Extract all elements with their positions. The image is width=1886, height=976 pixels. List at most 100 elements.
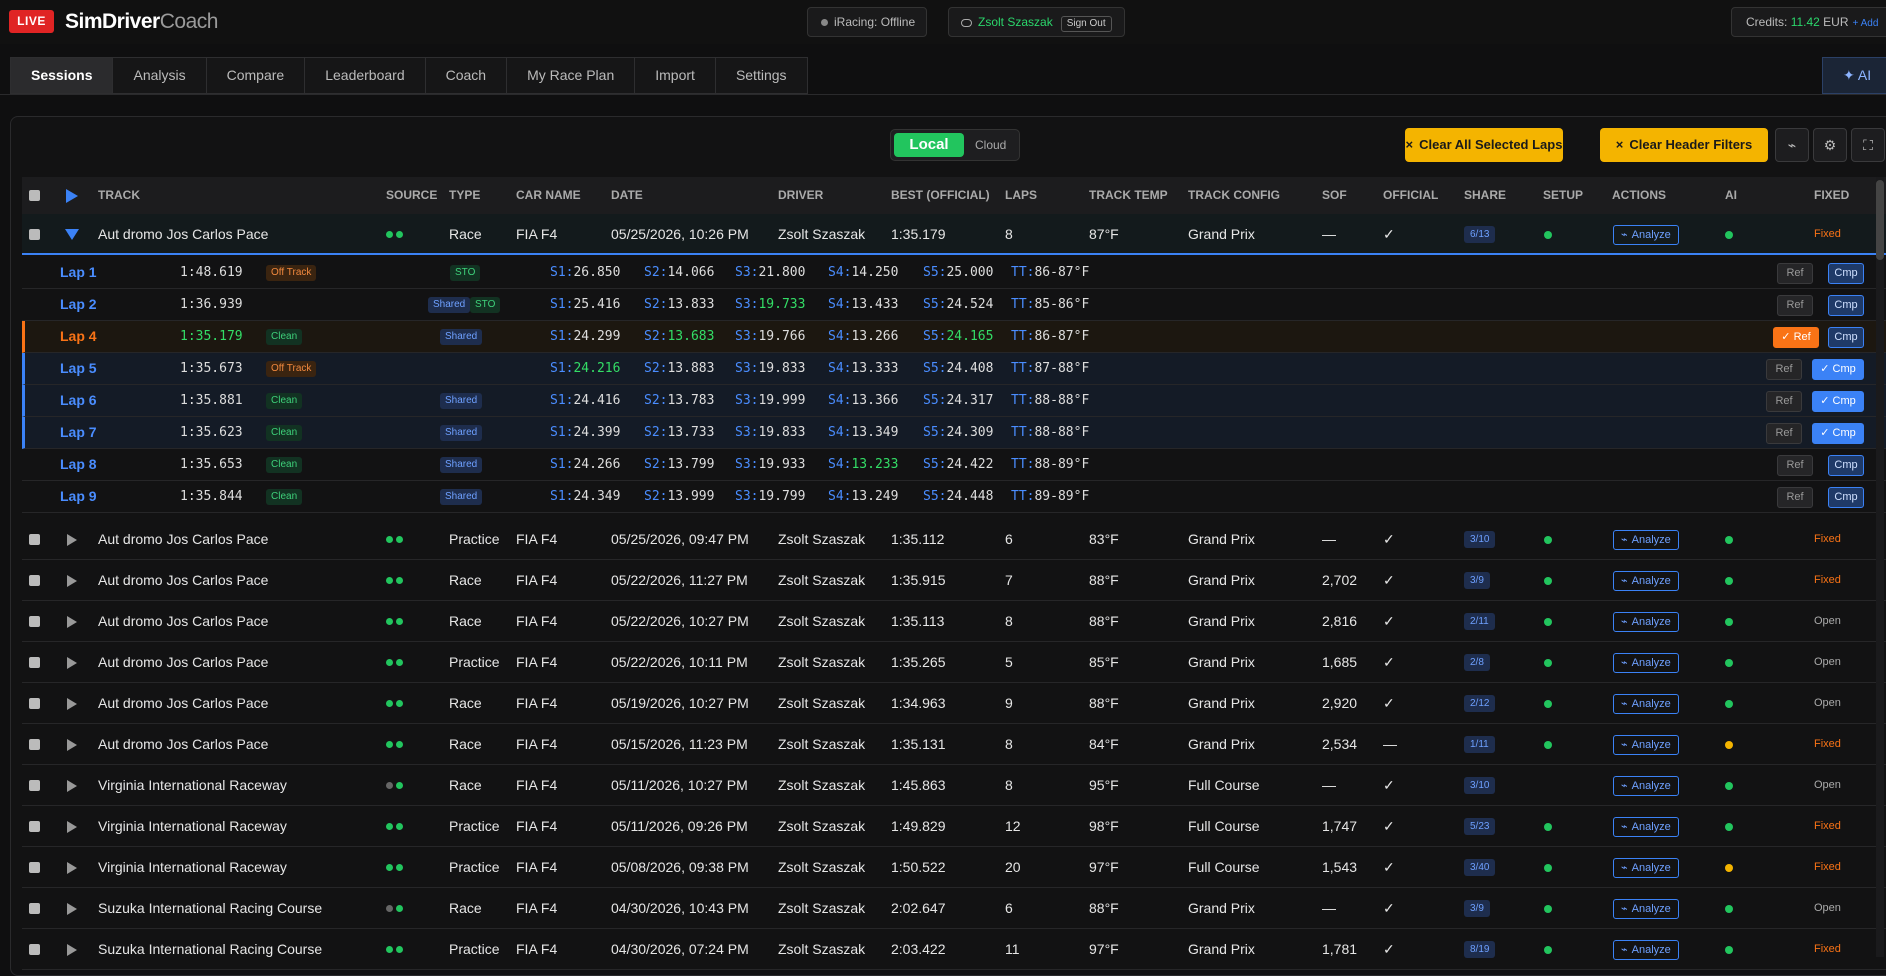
row-checkbox[interactable] bbox=[29, 861, 40, 873]
analyze-button[interactable]: ⌁ Analyze bbox=[1613, 898, 1679, 919]
lap-name[interactable]: Lap 8 bbox=[60, 449, 97, 480]
tab-leaderboard[interactable]: Leaderboard bbox=[304, 57, 425, 94]
session-row[interactable]: Virginia International Raceway Race FIA F4… bbox=[22, 765, 1886, 806]
lap-row[interactable]: Lap 7 1:35.623 Clean Shared S1:24.399 S2:13.7… bbox=[22, 417, 1886, 449]
row-checkbox[interactable] bbox=[29, 738, 40, 750]
reference-button[interactable]: Ref bbox=[1766, 359, 1802, 380]
share-badge[interactable]: 5/23 bbox=[1464, 817, 1496, 835]
compare-button[interactable]: ✓ Cmp bbox=[1812, 391, 1864, 412]
chevron-right-icon[interactable] bbox=[67, 574, 77, 587]
chevron-right-icon[interactable] bbox=[67, 861, 77, 874]
lap-name[interactable]: Lap 4 bbox=[60, 321, 97, 352]
analyze-button[interactable]: ⌁ Analyze bbox=[1613, 224, 1679, 245]
tab-coach[interactable]: Coach bbox=[424, 57, 507, 94]
column-header-laps[interactable]: LAPS bbox=[1005, 177, 1037, 214]
session-row[interactable]: Aut dromo Jos Carlos Pace Practice FIA F4 0… bbox=[22, 642, 1886, 683]
tab-settings[interactable]: Settings bbox=[714, 57, 808, 94]
row-checkbox[interactable] bbox=[29, 943, 40, 955]
compare-button[interactable]: Cmp bbox=[1828, 295, 1864, 316]
tab-my-race-plan[interactable]: My Race Plan bbox=[506, 57, 635, 94]
column-header-best-official[interactable]: BEST (OFFICIAL) bbox=[891, 177, 990, 214]
row-checkbox[interactable] bbox=[29, 228, 40, 240]
share-badge[interactable]: 3/9 bbox=[1464, 571, 1490, 589]
session-row[interactable]: Aut dromo Jos Carlos Pace Practice FIA F4 0… bbox=[22, 519, 1886, 560]
analyze-button[interactable]: ⌁ Analyze bbox=[1613, 611, 1679, 632]
session-row[interactable]: Suzuka International Racing Course Race FI… bbox=[22, 888, 1886, 929]
share-badge[interactable]: 3/40 bbox=[1464, 858, 1496, 876]
column-header-source[interactable]: SOURCE bbox=[386, 177, 437, 214]
ai-button[interactable]: ✦ AI bbox=[1822, 57, 1886, 94]
tab-import[interactable]: Import bbox=[634, 57, 715, 94]
column-header-track-temp[interactable]: TRACK TEMP bbox=[1089, 177, 1168, 214]
column-header-track-config[interactable]: TRACK CONFIG bbox=[1188, 177, 1280, 214]
scrollbar-thumb[interactable] bbox=[1876, 180, 1884, 260]
column-header-driver[interactable]: DRIVER bbox=[778, 177, 823, 214]
chevron-right-icon[interactable] bbox=[67, 779, 77, 792]
row-checkbox[interactable] bbox=[29, 902, 40, 914]
play-icon[interactable] bbox=[66, 189, 78, 203]
column-header-ai[interactable]: AI bbox=[1725, 177, 1737, 214]
chart-icon[interactable]: ⌁ bbox=[1775, 128, 1809, 162]
add-credits-button[interactable]: + Add bbox=[1853, 18, 1879, 29]
column-header-sof[interactable]: SOF bbox=[1322, 177, 1347, 214]
column-header-setup[interactable]: SETUP bbox=[1543, 177, 1583, 214]
share-badge[interactable]: 2/8 bbox=[1464, 653, 1490, 671]
chevron-right-icon[interactable] bbox=[67, 615, 77, 628]
chevron-right-icon[interactable] bbox=[67, 820, 77, 833]
lap-row[interactable]: Lap 1 1:48.619 Off Track STO S1:26.850 S2:14.… bbox=[22, 257, 1886, 289]
clear-selected-laps-button[interactable]: × Clear All Selected Laps bbox=[1405, 128, 1563, 162]
analyze-button[interactable]: ⌁ Analyze bbox=[1613, 734, 1679, 755]
lap-row[interactable]: Lap 6 1:35.881 Clean Shared S1:24.416 S2:13.7… bbox=[22, 385, 1886, 417]
row-checkbox[interactable] bbox=[29, 779, 40, 791]
share-badge[interactable]: 3/10 bbox=[1464, 776, 1496, 794]
share-badge[interactable]: 2/12 bbox=[1464, 694, 1496, 712]
analyze-button[interactable]: ⌁ Analyze bbox=[1613, 529, 1679, 550]
compare-button[interactable]: Cmp bbox=[1828, 263, 1864, 284]
column-header-share[interactable]: SHARE bbox=[1464, 177, 1506, 214]
column-header-official[interactable]: OFFICIAL bbox=[1383, 177, 1438, 214]
lap-row[interactable]: Lap 2 1:36.939 Shared STO S1:25.416 S2:13.833… bbox=[22, 289, 1886, 321]
lap-row[interactable]: Lap 4 1:35.179 Clean Shared S1:24.299 S2:13.6… bbox=[22, 321, 1886, 353]
lap-name[interactable]: Lap 9 bbox=[60, 481, 97, 512]
lap-name[interactable]: Lap 2 bbox=[60, 289, 97, 320]
reference-button[interactable]: Ref bbox=[1777, 487, 1813, 508]
share-badge[interactable]: 2/11 bbox=[1464, 612, 1495, 630]
session-row[interactable]: Suzuka International Racing Course Practi… bbox=[22, 929, 1886, 970]
session-row[interactable]: Aut dromo Jos Carlos Pace Race FIA F4 05/22… bbox=[22, 601, 1886, 642]
column-header-date[interactable]: DATE bbox=[611, 177, 643, 214]
reference-button[interactable]: ✓ Ref bbox=[1773, 327, 1819, 348]
analyze-button[interactable]: ⌁ Analyze bbox=[1613, 652, 1679, 673]
compare-button[interactable]: Cmp bbox=[1828, 487, 1864, 508]
lap-name[interactable]: Lap 1 bbox=[60, 257, 97, 288]
reference-button[interactable]: Ref bbox=[1777, 455, 1813, 476]
analyze-button[interactable]: ⌁ Analyze bbox=[1613, 693, 1679, 714]
clear-header-filters-button[interactable]: × Clear Header Filters bbox=[1600, 128, 1768, 162]
select-all-checkbox[interactable] bbox=[29, 190, 40, 201]
compare-button[interactable]: Cmp bbox=[1828, 327, 1864, 348]
compare-button[interactable]: Cmp bbox=[1828, 455, 1864, 476]
compare-button[interactable]: ✓ Cmp bbox=[1812, 359, 1864, 380]
lap-name[interactable]: Lap 5 bbox=[60, 353, 97, 384]
session-row-expanded[interactable]: Aut dromo Jos Carlos Pace Race FIA F4 05/25… bbox=[22, 214, 1886, 255]
chevron-right-icon[interactable] bbox=[67, 738, 77, 751]
share-badge[interactable]: 3/9 bbox=[1464, 899, 1490, 917]
analyze-button[interactable]: ⌁ Analyze bbox=[1613, 816, 1679, 837]
column-header-track[interactable]: TRACK bbox=[98, 177, 140, 214]
session-row[interactable]: Virginia International Raceway Practice FI… bbox=[22, 806, 1886, 847]
lap-row[interactable]: Lap 5 1:35.673 Off Track S1:24.216 S2:13.883… bbox=[22, 353, 1886, 385]
reference-button[interactable]: Ref bbox=[1777, 295, 1813, 316]
scrollbar[interactable] bbox=[1876, 177, 1884, 957]
lap-name[interactable]: Lap 6 bbox=[60, 385, 97, 416]
column-header-fixed[interactable]: FIXED bbox=[1814, 177, 1849, 214]
analyze-button[interactable]: ⌁ Analyze bbox=[1613, 939, 1679, 960]
tab-compare[interactable]: Compare bbox=[205, 57, 305, 94]
share-badge[interactable]: 6/13 bbox=[1464, 225, 1496, 243]
local-toggle-button[interactable]: Local bbox=[894, 133, 964, 157]
chevron-right-icon[interactable] bbox=[67, 533, 77, 546]
reference-button[interactable]: Ref bbox=[1766, 391, 1802, 412]
column-header-car-name[interactable]: CAR NAME bbox=[516, 177, 581, 214]
chevron-right-icon[interactable] bbox=[67, 656, 77, 669]
chevron-right-icon[interactable] bbox=[67, 697, 77, 710]
share-badge[interactable]: 3/10 bbox=[1464, 530, 1496, 548]
cloud-toggle-button[interactable]: Cloud bbox=[975, 133, 1006, 157]
